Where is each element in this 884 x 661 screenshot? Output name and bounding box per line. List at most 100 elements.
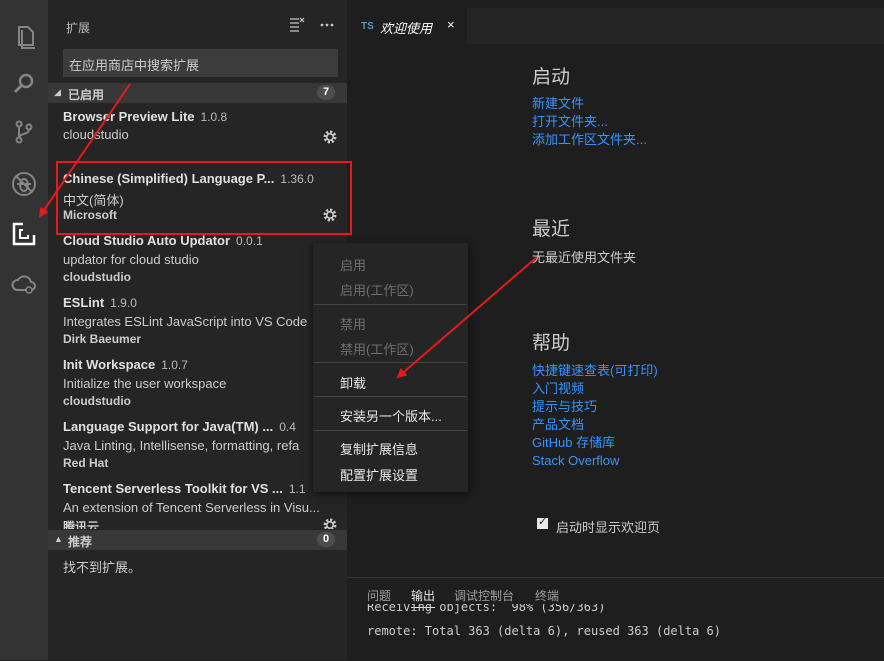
source-control-icon[interactable] [0,108,48,156]
stack-overflow-link[interactable]: Stack Overflow [532,452,658,470]
menu-enable: 启用 [340,258,367,273]
open-folder-link[interactable]: 打开文件夹... [532,113,647,131]
typescript-icon: TS [361,21,374,32]
extension-description: Integrates ESLint JavaScript into VS Cod… [63,314,308,329]
menu-enable-workspace: 启用(工作区) [340,283,414,298]
extension-item[interactable]: Cloud Studio Auto Updator 0.0.1 updator f… [63,233,343,295]
extension-name: Browser Preview Lite [63,109,195,124]
extension-publisher: 腾讯云 [63,520,100,529]
extension-version: 1.0.8 [200,110,228,124]
extension-description: An extension of Tencent Serverless in Vi… [63,500,320,515]
no-recent-folders: 无最近使用文件夹 [532,250,637,265]
extension-version: 1.36.0 [280,172,314,186]
bottom-panel: 问题 输出 调试控制台 终端 Receiving objects: 98% (3… [347,577,884,661]
keyboard-cheatsheet-link[interactable]: 快捷键速查表(可打印) [532,362,658,380]
recent-section: 最近 无最近使用文件夹 [532,214,636,266]
help-heading: 帮助 [532,333,571,354]
clear-extensions-icon[interactable] [289,16,305,32]
help-section: 帮助 快捷键速查表(可打印) 入门视频 提示与技巧 产品文档 GitHub 存储… [532,328,658,470]
extension-description: Java Linting, Intellisense, formatting, … [63,438,300,453]
menu-disable-workspace: 禁用(工作区) [340,342,414,357]
extension-publisher: cloudstudio [63,127,129,142]
gear-icon[interactable] [322,129,338,145]
more-actions-icon[interactable] [319,16,335,32]
enabled-label: 已启用 [68,88,105,102]
extension-name: Cloud Studio Auto Updator [63,233,231,248]
debug-icon[interactable] [0,160,48,208]
title-strip [347,0,884,8]
gear-icon[interactable] [322,207,338,223]
recommended-label: 推荐 [68,535,93,549]
menu-uninstall[interactable]: 卸载 [340,373,366,392]
close-icon[interactable]: × [447,17,455,32]
sidebar-title: 扩展 [66,21,91,35]
extension-name: ESLint [63,295,105,310]
extensions-icon[interactable] [0,210,48,258]
tab-problems[interactable]: 问题 [367,587,391,604]
menu-configure-extension[interactable]: 配置扩展设置 [340,465,418,484]
menu-separator [314,362,467,363]
extension-publisher: Red Hat [63,456,109,470]
extension-version: 0.4 [279,420,296,434]
extension-publisher: cloudstudio [63,394,131,408]
recommended-section-header[interactable]: ▲ 推荐 0 [48,530,347,550]
output-line: remote: Total 363 (delta 6), reused 363 … [367,624,722,638]
extension-item[interactable]: Browser Preview Lite 1.0.8 cloudstudio [63,109,343,171]
extension-item[interactable]: Language Support for Java(TM) ... 0.4 Jav… [63,419,343,481]
activity-bar [0,0,48,660]
sidebar-actions [289,16,335,32]
tips-and-tricks-link[interactable]: 提示与技巧 [532,398,658,416]
extension-name: Chinese (Simplified) Language P... [63,171,275,186]
extension-version: 1.1 [288,482,306,496]
extension-version: 1.9.0 [110,296,137,310]
menu-separator [314,396,467,397]
menu-copy-extension-info[interactable]: 复制扩展信息 [340,439,418,458]
extension-context-menu: 启用 启用(工作区) 禁用 禁用(工作区) 卸载 安装另一个版本... 复制扩展… [313,243,468,492]
extension-name: Tencent Serverless Toolkit for VS ... [63,481,283,496]
explorer-icon[interactable] [0,12,48,60]
search-icon[interactable] [0,60,48,108]
extension-description: Initialize the user workspace [63,376,227,391]
start-section: 启动 新建文件 打开文件夹... 添加工作区文件夹... [532,62,647,149]
extension-description: updator for cloud studio [63,252,199,267]
tab-title: 欢迎使用 [380,21,433,36]
extension-version: 1.0.7 [161,358,188,372]
enabled-count-badge: 7 [317,85,335,100]
extension-item[interactable]: Init Workspace 1.0.7 Initialize the user … [63,357,343,419]
no-extensions-message: 找不到扩展。 [63,560,142,575]
product-docs-link[interactable]: 产品文档 [532,416,658,434]
cloud-icon[interactable] [0,260,48,308]
tab-terminal[interactable]: 终端 [535,587,559,604]
extension-publisher: Microsoft [63,208,117,222]
menu-disable: 禁用 [340,317,367,332]
menu-separator [314,430,467,431]
show-on-startup-checkbox[interactable] [537,515,548,529]
gear-icon[interactable] [322,517,338,529]
extension-item[interactable]: Chinese (Simplified) Language P... 1.36.0… [63,171,343,233]
output-line: Receiving objects: 98% (356/363) [367,604,606,614]
intro-videos-link[interactable]: 入门视频 [532,380,658,398]
tab-output[interactable]: 输出 [411,587,436,608]
new-file-link[interactable]: 新建文件 [532,95,647,113]
show-on-startup-label: 启动时显示欢迎页 [556,520,661,535]
extension-description: 中文(简体) [63,193,124,208]
extension-publisher: Dirk Baeumer [63,332,142,346]
collapse-icon: ▲ [54,534,63,544]
tab-debug-console[interactable]: 调试控制台 [454,587,514,604]
add-workspace-folder-link[interactable]: 添加工作区文件夹... [532,131,647,149]
extension-version: 0.0.1 [236,234,263,248]
output-area: Receiving objects: 98% (356/363) remote:… [347,604,884,661]
extension-name: Init Workspace [63,357,156,372]
extension-search-input[interactable]: 在应用商店中搜索扩展 [63,49,338,77]
extensions-sidebar: 扩展 在应用商店中搜索扩展 ◢ 已启用 7 Browser Preview Li… [48,0,347,660]
github-repo-link[interactable]: GitHub 存储库 [532,434,658,452]
extension-item[interactable]: Tencent Serverless Toolkit for VS ... 1.1… [63,481,343,529]
collapse-icon: ◢ [54,87,61,97]
menu-separator [314,304,467,305]
menu-install-another-version[interactable]: 安装另一个版本... [340,406,442,425]
start-heading: 启动 [532,67,571,88]
enabled-section-header[interactable]: ◢ 已启用 7 [48,83,347,103]
tab-welcome[interactable]: TS 欢迎使用 × [347,8,467,44]
extension-item[interactable]: ESLint 1.9.0 Integrates ESLint JavaScript… [63,295,343,357]
extension-name: Language Support for Java(TM) ... [63,419,274,434]
